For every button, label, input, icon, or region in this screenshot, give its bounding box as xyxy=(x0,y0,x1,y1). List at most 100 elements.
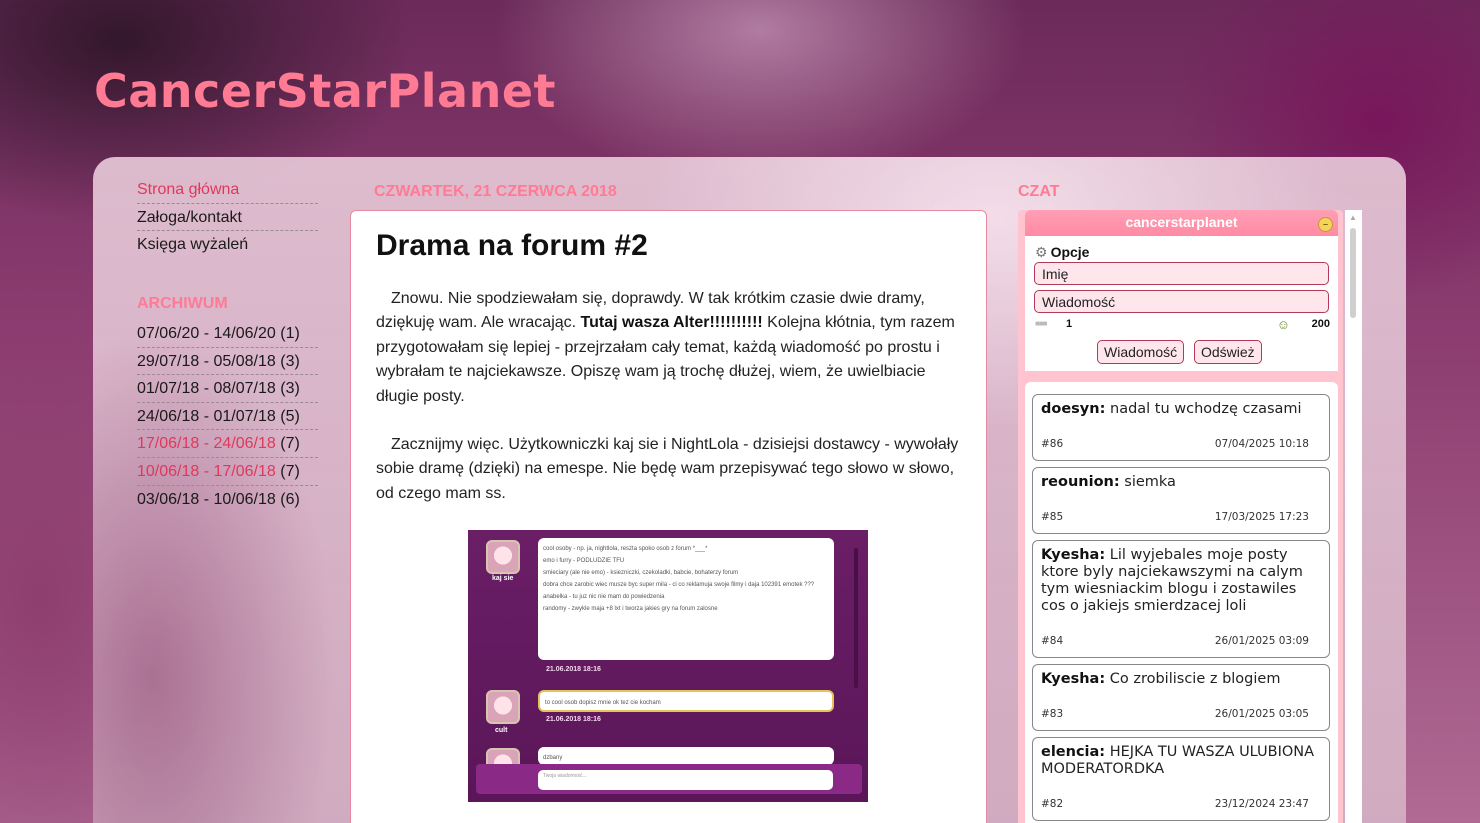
archive-item: 07/06/20 - 14/06/20 (1) xyxy=(137,320,318,348)
message-field[interactable]: Wiadomość xyxy=(1034,290,1329,313)
message-time: 23/12/2024 23:47 xyxy=(1214,798,1309,810)
post-paragraph: Znowu. Nie spodziewałam się, doprawdy. W… xyxy=(376,287,966,409)
message-time: 26/01/2025 03:05 xyxy=(1214,708,1309,720)
message-id: #86 xyxy=(1041,438,1064,450)
message-time: 07/04/2025 10:18 xyxy=(1214,438,1309,450)
archive-link[interactable]: 24/06/18 - 01/07/18 xyxy=(137,408,276,425)
image-input-field: Twoja wiadomość... xyxy=(538,770,833,790)
blog-title[interactable]: CancerStarPlanet xyxy=(94,64,556,118)
chat-message: elencia: HEJKA TU WASZA ULUBIONA MODERAT… xyxy=(1032,737,1330,821)
chat-message: Kyesha: Lil wyjebales moje posty ktore b… xyxy=(1032,540,1330,658)
nav-item-crew-contact[interactable]: Załoga/kontakt xyxy=(137,204,318,231)
send-message-button[interactable]: Wiadomość xyxy=(1097,340,1185,364)
message-id: #83 xyxy=(1041,708,1064,720)
online-count: 1 xyxy=(1066,318,1073,330)
chat-message: Kyesha: Co zrobiliscie z blogiem #83 26/0… xyxy=(1032,664,1330,731)
archive-link[interactable]: 07/06/20 - 14/06/20 xyxy=(137,325,276,342)
char-limit: 200 xyxy=(1311,318,1330,330)
chat-form: ⚙ Opcje Imię Wiadomość ■■■ 1 ☺ 200 Wiadom… xyxy=(1025,236,1338,371)
message-text: Co zrobiliscie z blogiem xyxy=(1109,671,1281,687)
archive-link[interactable]: 29/07/18 - 05/08/18 xyxy=(137,353,276,370)
emoticon-icon[interactable]: ☺ xyxy=(1277,317,1290,332)
bubble-line: smieciary (ale nie emo) - ksiezniczki, c… xyxy=(543,570,739,576)
chat-options[interactable]: ⚙ Opcje xyxy=(1035,244,1089,261)
message-author[interactable]: Kyesha: xyxy=(1041,671,1105,687)
chat-message: reounion: siemka #85 17/03/2025 17:23 xyxy=(1032,467,1330,534)
post-card: Drama na forum #2 Znowu. Nie spodziewała… xyxy=(350,210,987,823)
online-users-icon: ■■■ xyxy=(1035,319,1047,328)
archive-item: 03/06/18 - 10/06/18 (6) xyxy=(137,486,318,514)
nav-item-home[interactable]: Strona główna xyxy=(137,176,318,204)
message-id: #85 xyxy=(1041,511,1064,523)
chat-timestamp: 21.06.2018 18:16 xyxy=(546,716,601,723)
archive-count: (7) xyxy=(280,462,300,480)
gear-icon: ⚙ xyxy=(1035,244,1048,260)
archive-item: 01/07/18 - 08/07/18 (3) xyxy=(137,375,318,403)
message-id: #84 xyxy=(1041,635,1064,647)
message-time: 17/03/2025 17:23 xyxy=(1214,511,1309,523)
post-bold-text: Tutaj wasza Alter!!!!!!!!!! xyxy=(580,314,763,332)
scrollbar-thumb[interactable] xyxy=(1350,228,1356,318)
archive-count: (5) xyxy=(280,407,300,425)
archive-count: (3) xyxy=(280,380,300,398)
bubble-line: cool osoby - np. ja, nightlola, reszta s… xyxy=(543,546,708,552)
archive-count: (1) xyxy=(280,325,300,342)
message-text: nadal tu wchodzę czasami xyxy=(1110,401,1302,417)
chat-username: kaj sie xyxy=(492,575,514,582)
chat-message: doesyn: nadal tu wchodzę czasami #86 07/0… xyxy=(1032,394,1330,461)
bubble-line: dzbany xyxy=(543,755,563,761)
name-field[interactable]: Imię xyxy=(1034,262,1329,285)
chat-timestamp: 21.06.2018 18:16 xyxy=(546,666,601,673)
post-date: czwartek, 21 czerwca 2018 xyxy=(374,183,617,200)
chat-section-title: CZAT xyxy=(1018,183,1060,200)
archive-item: 24/06/18 - 01/07/18 (5) xyxy=(137,403,318,431)
archive-link[interactable]: 17/06/18 - 24/06/18 xyxy=(137,435,276,452)
bubble-line: dobra chce zarobic wiec musze byc super … xyxy=(543,582,815,588)
chat-message-list: doesyn: nadal tu wchodzę czasami #86 07/0… xyxy=(1025,382,1338,823)
archive-count: (6) xyxy=(280,490,300,508)
user-avatar xyxy=(486,690,520,724)
bubble-line: emo i furry - PODLUDZIE TFU xyxy=(543,558,625,564)
archive-count: (7) xyxy=(280,435,300,453)
image-scrollbar xyxy=(854,548,858,688)
chat-scrollbar[interactable]: ▲ xyxy=(1345,210,1362,823)
chat-bubble: dzbany xyxy=(538,747,834,765)
page-nav: Strona główna Załoga/kontakt Księga wyża… xyxy=(137,176,318,259)
message-author[interactable]: Kyesha: xyxy=(1041,547,1105,563)
chat-box-title-text: cancerstarplanet xyxy=(1125,214,1238,230)
archive-link[interactable]: 03/06/18 - 10/06/18 xyxy=(137,491,276,508)
chat-options-label: Opcje xyxy=(1050,244,1090,260)
chat-meta: ■■■ 1 ☺ 200 xyxy=(1035,317,1330,332)
nav-item-complaints-book[interactable]: Księga wyżaleń xyxy=(137,231,318,259)
archive-title: ARCHIWUM xyxy=(137,295,228,312)
chat-username: cult xyxy=(495,727,508,734)
chat-widget: cancerstarplanet – ⚙ Opcje Imię Wiadomość… xyxy=(1018,210,1343,823)
message-id: #82 xyxy=(1041,798,1064,810)
message-time: 26/01/2025 03:09 xyxy=(1214,635,1309,647)
refresh-button[interactable]: Odśwież xyxy=(1194,340,1262,364)
archive-item: 17/06/18 - 24/06/18 (7) xyxy=(137,430,318,458)
message-text: siemka xyxy=(1124,474,1176,490)
user-avatar xyxy=(486,540,520,574)
message-author[interactable]: doesyn: xyxy=(1041,401,1105,417)
post-body: Znowu. Nie spodziewałam się, doprawdy. W… xyxy=(376,287,966,530)
scroll-up-icon[interactable]: ▲ xyxy=(1349,213,1357,222)
archive-list: 07/06/20 - 14/06/20 (1) 29/07/18 - 05/08… xyxy=(137,320,318,513)
archive-item: 10/06/18 - 17/06/18 (7) xyxy=(137,458,318,486)
chat-box-title: cancerstarplanet – xyxy=(1025,210,1338,236)
bubble-line: randomy - zwykle maja +8 lxt i tworza ja… xyxy=(543,606,718,612)
archive-count: (3) xyxy=(280,352,300,370)
chat-bubble: to cool osob dopisz mnie ok tez cie koch… xyxy=(538,690,834,712)
minimize-icon[interactable]: – xyxy=(1318,217,1333,232)
archive-item: 29/07/18 - 05/08/18 (3) xyxy=(137,348,318,376)
message-author[interactable]: elencia: xyxy=(1041,744,1105,760)
archive-link[interactable]: 01/07/18 - 08/07/18 xyxy=(137,380,276,397)
post-paragraph: Zacznijmy więc. Użytkowniczki kaj sie i … xyxy=(376,436,959,502)
post-screenshot-image[interactable]: kaj sie cool osoby - np. ja, nightlola, … xyxy=(468,530,868,802)
bubble-line: anabelka - tu juz nic nie mam do powiedz… xyxy=(543,594,665,600)
post-title[interactable]: Drama na forum #2 xyxy=(376,229,648,263)
bubble-line: to cool osob dopisz mnie ok tez cie koch… xyxy=(545,700,661,706)
archive-link[interactable]: 10/06/18 - 17/06/18 xyxy=(137,463,276,480)
chat-bubble: cool osoby - np. ja, nightlola, reszta s… xyxy=(538,538,834,660)
message-author[interactable]: reounion: xyxy=(1041,474,1120,490)
